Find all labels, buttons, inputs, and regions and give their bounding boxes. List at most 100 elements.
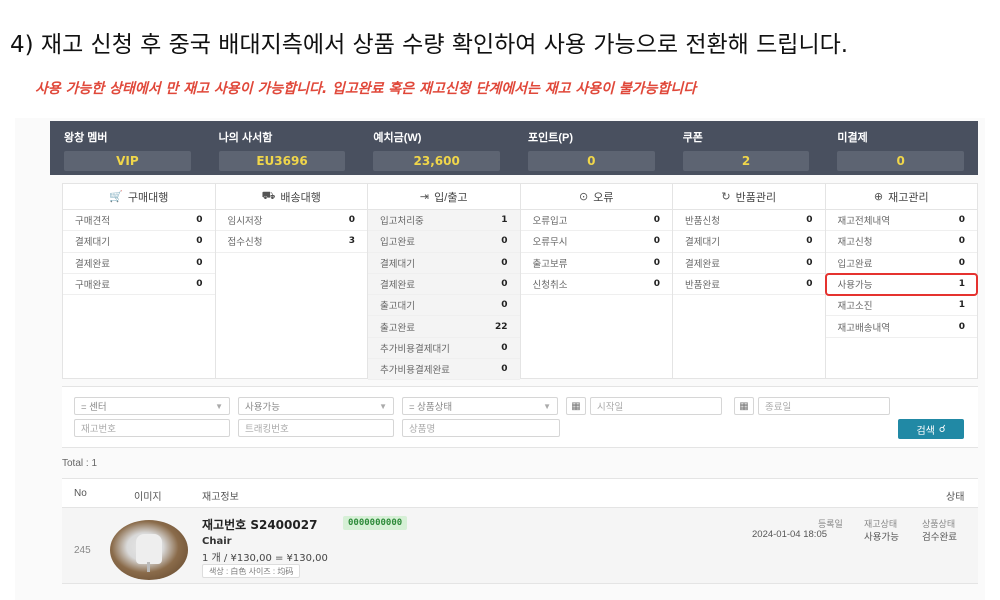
cart-icon: 🛒 (109, 191, 123, 203)
stock-status-select[interactable]: 사용가능 ▼ (238, 397, 394, 415)
status-label: 출고보류 (532, 258, 568, 270)
column-header: ⛟ 배송대행 (215, 184, 367, 210)
status-label: 결제완료 (380, 280, 415, 292)
product-name-input[interactable]: 상품명 (402, 419, 560, 437)
status-count: 0 (196, 215, 203, 226)
total-count: Total : 1 (62, 458, 98, 469)
status-label: 출고대기 (380, 301, 415, 313)
column-title: 반품관리 (735, 191, 777, 204)
table-header: No 이미지 재고정보 상태 (62, 478, 978, 508)
status-label: 출고완료 (380, 322, 415, 334)
status-count: 0 (806, 236, 813, 247)
status-row[interactable]: 입고완료 0 (368, 231, 520, 253)
status-row[interactable]: 접수신청 3 (215, 231, 367, 253)
header-image: 이미지 (134, 492, 162, 503)
stock-id: 재고번호 S2400027 (202, 518, 318, 532)
status-row[interactable]: 출고보류 0 (520, 253, 672, 274)
tracking-tag: 0000000000 (343, 516, 408, 530)
column-stock: ⊕ 재고관리 재고전체내역 0 재고신청 0 입고완료 0 사용가능 1 재고소진 1 재고배송내역 0 (824, 184, 978, 378)
column-inout: ⇥ 입/출고 입고처리중 1 입고완료 0 결제대기 0 결제완료 0 출고대기 0 출고완료 22 추가비… (368, 184, 521, 381)
status-row[interactable]: 사용가능 1 (824, 272, 978, 297)
status-row[interactable]: 결제완료 0 (673, 253, 825, 274)
status-count: 0 (806, 279, 813, 290)
status-count: 0 (501, 236, 508, 247)
status-row[interactable]: 재고신청 0 (825, 231, 977, 253)
stat-deposit[interactable]: 예치금(W) 23,600 (359, 121, 514, 175)
status-row[interactable]: 재고전체내역 0 (825, 210, 977, 232)
status-row[interactable]: 반품완료 0 (673, 274, 825, 296)
column-header: 🛒 구매대행 (63, 184, 215, 210)
stock-status-value: 사용가능 (864, 532, 899, 543)
status-count: 0 (501, 300, 508, 311)
table-row[interactable]: 245 재고번호 S2400027 0000000000 Chair 1 개 /… (62, 508, 978, 584)
status-label: 재고신청 (837, 237, 873, 249)
status-row[interactable]: 임시저장 0 (215, 210, 367, 232)
status-count: 1 (958, 300, 965, 311)
stat-coupons[interactable]: 쿠폰 2 (669, 121, 824, 175)
status-count: 0 (653, 215, 660, 226)
status-row[interactable]: 신청취소 0 (520, 274, 672, 296)
status-count: 0 (958, 257, 965, 268)
status-label: 결제대기 (685, 237, 720, 249)
column-title: 입/출고 (434, 191, 468, 204)
status-row[interactable]: 결제대기 0 (63, 231, 215, 253)
status-row[interactable]: 재고배송내역 0 (825, 316, 977, 338)
product-image[interactable] (110, 520, 188, 580)
status-label: 반품신청 (685, 216, 720, 228)
column-error: ⊙ 오류 오류입고 0 오류무시 0 출고보류 0 신청취소 0 (520, 184, 673, 378)
page-heading: 4) 재고 신청 후 중국 배대지측에서 상품 수량 확인하여 사용 가능으로 … (10, 32, 849, 58)
status-count: 0 (196, 279, 203, 290)
column-header: ⊕ 재고관리 (825, 184, 977, 210)
status-row[interactable]: 추가비용결제완료 0 (368, 359, 520, 381)
calendar-icon[interactable]: ▦ (734, 397, 754, 415)
status-label: 입고처리중 (380, 216, 424, 228)
start-date-input[interactable]: 시작일 (590, 397, 722, 415)
chevron-down-icon: ▼ (543, 401, 551, 411)
stock-number-input[interactable]: 재고번호 (74, 419, 230, 437)
column-title: 재고관리 (888, 191, 929, 204)
status-row[interactable]: 결제완료 0 (63, 253, 215, 274)
status-label: 반품완료 (685, 280, 720, 292)
stat-mailbox: 나의 사서함 EU3696 (205, 121, 360, 175)
status-row[interactable]: 재고소진 1 (825, 295, 977, 317)
product-status-select[interactable]: = 상품상태 ▼ (402, 397, 558, 415)
status-label: 임시저장 (227, 216, 263, 228)
tracking-number-input[interactable]: 트래킹번호 (238, 419, 394, 437)
status-label: 오류입고 (532, 216, 568, 228)
status-row[interactable]: 결제완료 0 (368, 273, 520, 296)
status-count: 0 (958, 215, 965, 226)
status-row[interactable]: 입고완료 0 (825, 253, 977, 274)
calendar-icon[interactable]: ▦ (566, 397, 586, 415)
status-count: 3 (348, 236, 355, 247)
column-return: ↻ 반품관리 반품신청 0 결제대기 0 결제완료 0 반품완료 0 (673, 184, 826, 378)
status-row[interactable]: 오류무시 0 (520, 231, 672, 253)
stat-unpaid[interactable]: 미결제 0 (823, 121, 978, 175)
status-count: 0 (806, 215, 813, 226)
reg-date: 2024-01-04 18:05 (752, 529, 828, 540)
status-row[interactable]: 출고대기 0 (368, 295, 520, 317)
status-label: 결제완료 (685, 258, 720, 270)
status-label: 입고완료 (380, 237, 415, 249)
status-row[interactable]: 결제대기 0 (673, 231, 825, 253)
status-row[interactable]: 구매견적 0 (63, 210, 215, 232)
status-count: 0 (196, 236, 203, 247)
center-select[interactable]: = 센터 ▼ (74, 397, 230, 415)
status-label: 사용가능 (837, 280, 873, 292)
status-row[interactable]: 반품신청 0 (673, 210, 825, 232)
status-count: 0 (501, 279, 508, 290)
status-label: 추가비용결제대기 (380, 343, 450, 355)
status-row[interactable]: 결제대기 0 (368, 252, 520, 274)
status-count: 0 (501, 342, 508, 353)
header-info: 재고정보 (202, 492, 239, 503)
status-row[interactable]: 입고처리중 1 (368, 210, 520, 232)
end-date-input[interactable]: 종료일 (758, 397, 890, 415)
header-no: No (74, 488, 87, 499)
search-button[interactable]: 검색 ☌ (898, 419, 964, 439)
status-row[interactable]: 추가비용결제대기 0 (368, 337, 520, 360)
status-count: 0 (653, 236, 660, 247)
status-row[interactable]: 오류입고 0 (520, 210, 672, 232)
stat-points[interactable]: 포인트(P) 0 (514, 121, 669, 175)
status-row[interactable]: 출고완료 22 (368, 316, 520, 338)
status-row[interactable]: 구매완료 0 (63, 274, 215, 296)
member-status-bar: 왕창 멤버 VIP 나의 사서함 EU3696 예치금(W) 23,600 포인트(P… (50, 121, 978, 175)
